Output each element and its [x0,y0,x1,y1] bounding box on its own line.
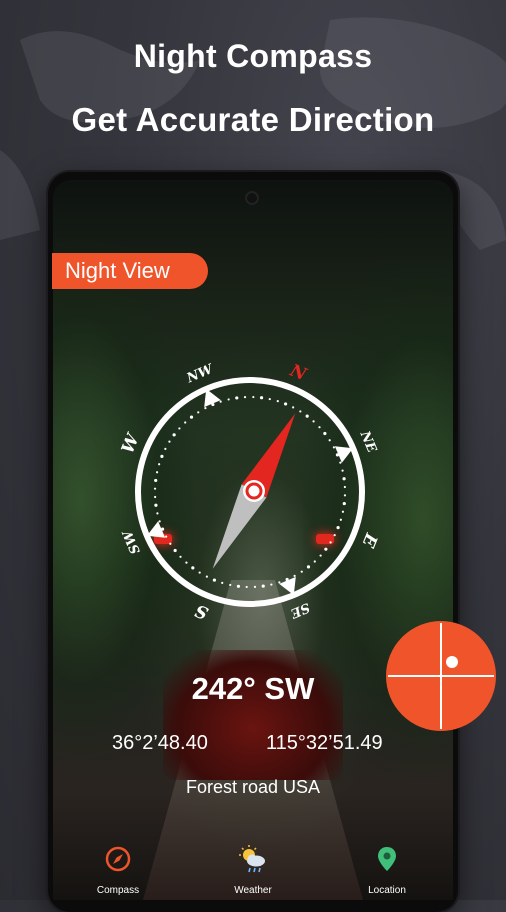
location-pin-icon [378,847,396,871]
compass-tick [268,397,271,401]
compass-tick [184,421,187,424]
compass-tick [324,547,328,551]
compass-tick [158,463,161,466]
compass-tick [329,541,332,544]
compass-tick [318,426,321,429]
compass-tick [293,574,296,577]
compass-tick [227,398,230,401]
compass-tick [336,525,340,530]
compass-tick [221,581,224,584]
compass-label-w: W [118,429,144,456]
compass-label-e: E [357,529,381,550]
compass-tick [198,571,201,574]
compass-tick [178,427,181,430]
nav-weather[interactable]: Weather [213,844,293,896]
location-name: Forest road USA [185,777,321,797]
compass-tick [300,570,303,573]
compass-tick [191,566,195,570]
compass-label-sw: SW [120,527,144,556]
night-view-badge[interactable]: Night View [52,253,208,289]
nav-weather-label: Weather [234,885,272,896]
compass-tick [165,535,168,538]
compass-tick [204,407,207,410]
compass-dial: N NE E SE S SW W NW [118,360,381,623]
compass-tick [236,584,241,588]
compass-tick [299,410,302,413]
compass-tick [341,469,344,472]
car-silhouette [163,650,343,780]
compass-tick [229,583,232,587]
compass-tick [276,400,279,403]
compass-tick [328,439,331,442]
compass-label-nw: NW [184,362,216,387]
compass-label-ne: NE [356,428,379,456]
widget-crosshair-horizontal [388,675,494,677]
compass-tick [172,433,176,437]
compass-tick [343,485,346,489]
compass-tick [212,578,217,582]
compass-tick [154,478,158,483]
latitude-value: 36°2’48.40 [112,732,208,754]
compass-tick [243,396,247,399]
compass-tick [168,440,171,443]
compass-tick [339,461,342,464]
compass-tick [306,565,311,569]
promo-title: Night Compass [133,38,373,74]
compass-tick [153,487,157,490]
compass-tick [155,471,159,474]
compass-label-se: SE [287,599,312,621]
compass-tick [179,555,182,558]
compass-tick [156,512,159,515]
compass-tick [219,400,222,403]
compass-tick [158,520,161,523]
compass-tick [278,581,281,584]
compass-tick [245,585,248,589]
compass-tick [197,411,200,414]
compass-tick [160,454,164,459]
compass-tick [342,477,346,481]
compass-tick [205,575,208,578]
compass-tick [332,446,335,449]
nav-location[interactable]: Location [347,844,427,896]
compass-tick [154,495,157,499]
longitude-value: 115°32’51.49 [266,732,383,754]
widget-position-dot [446,656,458,668]
floating-compass-widget[interactable] [386,621,496,731]
compass-tick [342,501,346,506]
nav-compass-label: Compass [96,885,140,896]
compass-tick [319,554,322,557]
compass-tick [313,560,316,563]
compass-tick [305,414,309,418]
compass-tick [169,542,172,545]
compass-tick [185,561,188,564]
compass-tick [283,402,288,406]
compass-tick [312,420,315,423]
nav-location-label: Location [368,885,406,896]
compass-tick [341,510,345,513]
compass-label-n: N [286,360,310,385]
front-camera [245,191,259,205]
compass-tick [253,585,257,588]
compass-icon [105,846,131,872]
compass-tick [343,494,347,497]
compass-tick [333,534,336,537]
compass-tick [323,431,327,436]
compass-tick [339,518,342,521]
compass-tick [189,415,194,419]
compass-tick [173,548,177,553]
compass-tick [164,447,167,450]
compass-tick [292,406,295,409]
compass-label-s: S [192,600,211,623]
compass-tick [261,584,265,588]
compass-tick [259,396,264,400]
nav-compass[interactable]: Compass [78,844,158,896]
compass-tick [270,583,273,586]
promo-subtitle: Get Accurate Direction [71,101,435,138]
compass-tick [252,395,255,399]
compass-tick [235,396,239,400]
compass-tick [154,503,158,507]
weather-icon [239,845,265,873]
